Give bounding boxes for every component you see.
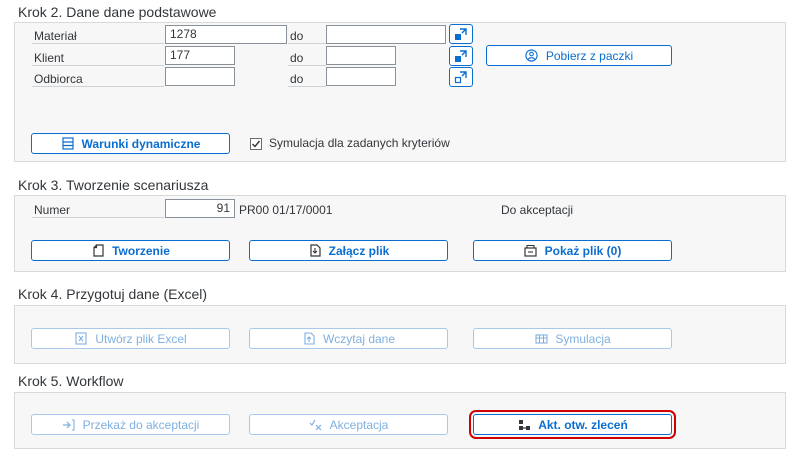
- client-underline: [32, 65, 164, 66]
- multiple-selection-icon-empty: [454, 71, 467, 84]
- material-label: Materiał: [34, 29, 77, 43]
- document-icon: [91, 244, 105, 258]
- show-file-label: Pokaż plik (0): [544, 243, 622, 258]
- open-file-icon: [524, 244, 538, 258]
- send-for-approval-button[interactable]: Przekaż do akceptacji: [31, 414, 230, 435]
- simulation-label: Symulacja: [555, 331, 611, 346]
- approval-button[interactable]: Akceptacja: [249, 414, 448, 435]
- fetch-from-package-label: Pobierz z paczki: [545, 48, 634, 63]
- number-field[interactable]: 91: [165, 199, 235, 218]
- client-from-field[interactable]: 177: [165, 46, 235, 65]
- recipient-underline: [32, 86, 164, 87]
- update-open-orders-label: Akt. otw. zleceń: [538, 417, 628, 432]
- recipient-to-label: do: [290, 72, 304, 86]
- update-open-orders-button[interactable]: Akt. otw. zleceń: [469, 410, 676, 439]
- number-code: PR00 01/17/0001: [239, 203, 333, 217]
- material-underline: [32, 43, 164, 44]
- create-excel-button[interactable]: Utwórz plik Excel: [31, 328, 230, 349]
- show-file-button[interactable]: Pokaż plik (0): [473, 240, 672, 261]
- multiple-selection-icon: [455, 28, 467, 40]
- upload-document-icon: [302, 332, 316, 346]
- material-from-field[interactable]: 1278: [165, 25, 287, 44]
- client-to-label: do: [290, 51, 304, 65]
- simulation-checkbox[interactable]: [250, 138, 262, 150]
- excel-file-icon: [74, 332, 88, 346]
- create-button[interactable]: Tworzenie: [31, 240, 230, 261]
- person-circle-icon: [525, 49, 539, 63]
- simulation-button[interactable]: Symulacja: [473, 328, 672, 349]
- create-label: Tworzenie: [112, 243, 170, 258]
- fetch-from-package-button[interactable]: Pobierz z paczki: [486, 45, 672, 66]
- recipient-label: Odbiorca: [34, 72, 83, 86]
- recipient-to-underline: [288, 86, 326, 87]
- client-multiselect-button[interactable]: [449, 46, 473, 66]
- load-data-button[interactable]: Wczytaj dane: [249, 328, 448, 349]
- material-to-label: do: [290, 29, 304, 43]
- grid-simulation-icon: [534, 332, 548, 346]
- material-multiselect-button[interactable]: [449, 24, 473, 44]
- number-underline: [32, 217, 164, 218]
- approve-reject-icon: [309, 418, 323, 432]
- client-to-field[interactable]: [326, 46, 396, 65]
- create-excel-label: Utwórz plik Excel: [95, 331, 187, 346]
- recipient-from-field[interactable]: [165, 67, 235, 86]
- send-for-approval-label: Przekaż do akceptacji: [82, 417, 200, 432]
- attach-file-button[interactable]: Załącz plik: [249, 240, 448, 261]
- simulation-checkbox-label: Symulacja dla zadanych kryteriów: [269, 136, 450, 150]
- number-label: Numer: [34, 203, 71, 217]
- attach-document-icon: [308, 244, 322, 258]
- client-label: Klient: [34, 51, 65, 65]
- client-to-underline: [288, 65, 326, 66]
- material-to-underline: [288, 43, 326, 44]
- step4-title: Krok 4. Przygotuj dane (Excel): [18, 286, 208, 302]
- multiple-selection-icon: [455, 50, 467, 62]
- material-to-field[interactable]: [326, 25, 446, 44]
- scenario-status: Do akceptacji: [501, 203, 574, 217]
- load-data-label: Wczytaj dane: [322, 331, 396, 346]
- step5-title: Krok 5. Workflow: [18, 373, 124, 389]
- dynamic-conditions-label: Warunki dynamiczne: [81, 136, 201, 151]
- hierarchy-icon: [517, 418, 531, 432]
- approval-label: Akceptacja: [329, 417, 389, 432]
- checkmark-icon: [252, 140, 261, 148]
- forward-icon: [62, 418, 76, 432]
- attach-file-label: Załącz plik: [328, 243, 390, 258]
- step3-title: Krok 3. Tworzenie scenariusza: [18, 177, 209, 193]
- recipient-to-field[interactable]: [326, 67, 396, 86]
- dynamic-conditions-button[interactable]: Warunki dynamiczne: [31, 133, 230, 154]
- recipient-multiselect-button[interactable]: [449, 67, 473, 87]
- list-icon: [61, 137, 75, 151]
- step2-title: Krok 2. Dane dane podstawowe: [18, 4, 217, 20]
